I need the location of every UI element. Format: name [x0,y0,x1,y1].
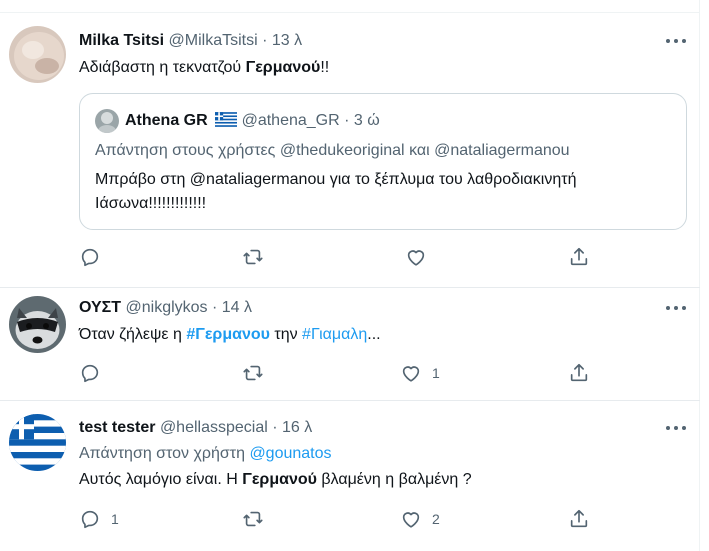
retweet-button[interactable] [242,245,264,269]
separator: · [272,419,278,436]
reply-and: και [409,142,430,159]
separator: · [212,299,218,316]
like-button[interactable]: 1 [400,361,440,385]
more-icon[interactable] [664,423,688,433]
reply-count: 1 [111,511,119,527]
more-icon[interactable] [664,36,688,46]
tweet-header: test tester @hellasspecial · 16 λ [79,418,312,438]
separator: · [344,112,350,129]
timestamp[interactable]: 3 ώ [354,112,380,129]
avatar[interactable] [9,414,66,471]
share-button[interactable] [568,361,590,385]
reply-context: Απάντηση στους χρήστες @thedukeoriginal … [95,141,570,161]
tweet-actions [79,245,619,269]
tweet-header: Milka Tsitsi @MilkaTsitsi · 13 λ [79,31,302,51]
text-segment: την [269,326,303,343]
text-segment: Αδιάβαστη η τεκνατζού [79,59,246,76]
retweet-icon [243,511,263,527]
display-name[interactable]: Milka Tsitsi [79,32,164,49]
like-count: 2 [432,511,440,527]
quoted-header: Athena GR @athena_GR · 3 ώ [125,111,380,133]
reply-button[interactable]: 1 [79,507,119,531]
like-button[interactable] [405,245,437,269]
hashtag-link[interactable]: #Γιαμαλη [302,326,367,343]
reply-button[interactable] [79,245,111,269]
separator: · [262,32,268,49]
reply-icon [81,248,99,267]
quoted-text-line: Ιάσωνα!!!!!!!!!!!!! [95,195,207,212]
hashtag-link[interactable]: #Γερμανου [186,326,270,343]
display-name[interactable]: ΟΥΣΤ [79,299,121,316]
quoted-text: Μπράβο στη @nataliagermanou για το ξέπλυ… [95,168,576,216]
tweet-header: ΟΥΣΤ @nikglykos · 14 λ [79,298,252,318]
avatar[interactable] [9,296,66,353]
timeline: Milka Tsitsi @MilkaTsitsi · 13 λ Αδιάβασ… [0,0,700,551]
avatar[interactable] [95,109,119,133]
display-name[interactable]: test tester [79,419,155,436]
reply-prefix: Απάντηση στους χρήστες [95,142,276,159]
mention-link[interactable]: @thedukeoriginal [280,142,405,159]
like-icon [402,366,420,382]
retweet-button[interactable] [242,361,264,385]
more-icon[interactable] [664,303,688,313]
text-segment: ... [367,326,381,343]
reply-icon [81,364,99,383]
tweet-text: Αδιάβαστη η τεκνατζού Γερμανού!! [79,57,329,78]
share-icon [570,509,588,528]
handle[interactable]: @MilkaTsitsi [169,32,258,49]
reply-button[interactable] [79,361,111,385]
share-icon [570,363,588,382]
tweet[interactable]: Milka Tsitsi @MilkaTsitsi · 13 λ Αδιάβασ… [0,12,700,288]
retweet-icon [243,365,263,381]
bold-text: Γερμανού [245,59,321,76]
quoted-tweet[interactable]: Athena GR @athena_GR · 3 ώ Απάντηση στου… [79,93,687,230]
mention-link[interactable]: @gounatos [249,445,331,462]
quoted-text-line: Μπράβο στη @nataliagermanou για το ξέπλυ… [95,171,577,188]
reply-prefix: Απάντηση στον χρήστη [79,445,245,462]
handle[interactable]: @hellasspecial [160,419,268,436]
share-button[interactable] [568,245,590,269]
reply-icon [81,510,99,529]
like-count: 1 [432,365,440,381]
text-segment: !! [320,59,330,76]
timestamp[interactable]: 16 λ [282,419,312,436]
handle[interactable]: @athena_GR [242,112,340,129]
retweet-button[interactable] [242,507,264,531]
greek-flag [215,112,238,133]
tweet-actions: 1 2 [79,507,619,531]
like-icon [402,512,420,528]
text-segment: Όταν ζήλεψε η [79,326,187,343]
display-name[interactable]: Athena GR [125,112,208,129]
tweet-text: Όταν ζήλεψε η #Γερμανου την #Γιαμαλη... [79,324,381,345]
retweet-icon [243,249,263,265]
like-icon [407,250,425,266]
tweet[interactable]: ΟΥΣΤ @nikglykos · 14 λ Όταν ζήλεψε η #Γε… [0,288,700,401]
timestamp[interactable]: 13 λ [272,32,302,49]
share-button[interactable] [568,507,590,531]
handle[interactable]: @nikglykos [126,299,208,316]
text-segment: βλαμένη η βαλμένη ? [316,471,472,488]
share-icon [570,247,588,266]
timestamp[interactable]: 14 λ [222,299,252,316]
text-segment: Αυτός λαμόγιο είναι. Η [79,471,243,488]
mention-link[interactable]: @nataliagermanou [434,142,569,159]
tweet-actions: 1 [79,361,619,385]
reply-context: Απάντηση στον χρήστη @gounatos [79,443,332,464]
tweet[interactable]: test tester @hellasspecial · 16 λ Απάντη… [0,401,700,551]
tweet-text: Αυτός λαμόγιο είναι. Η Γερμανού βλαμένη … [79,469,472,490]
avatar[interactable] [9,26,66,83]
like-button[interactable]: 2 [400,507,440,531]
bold-text: Γερμανού [242,471,317,488]
